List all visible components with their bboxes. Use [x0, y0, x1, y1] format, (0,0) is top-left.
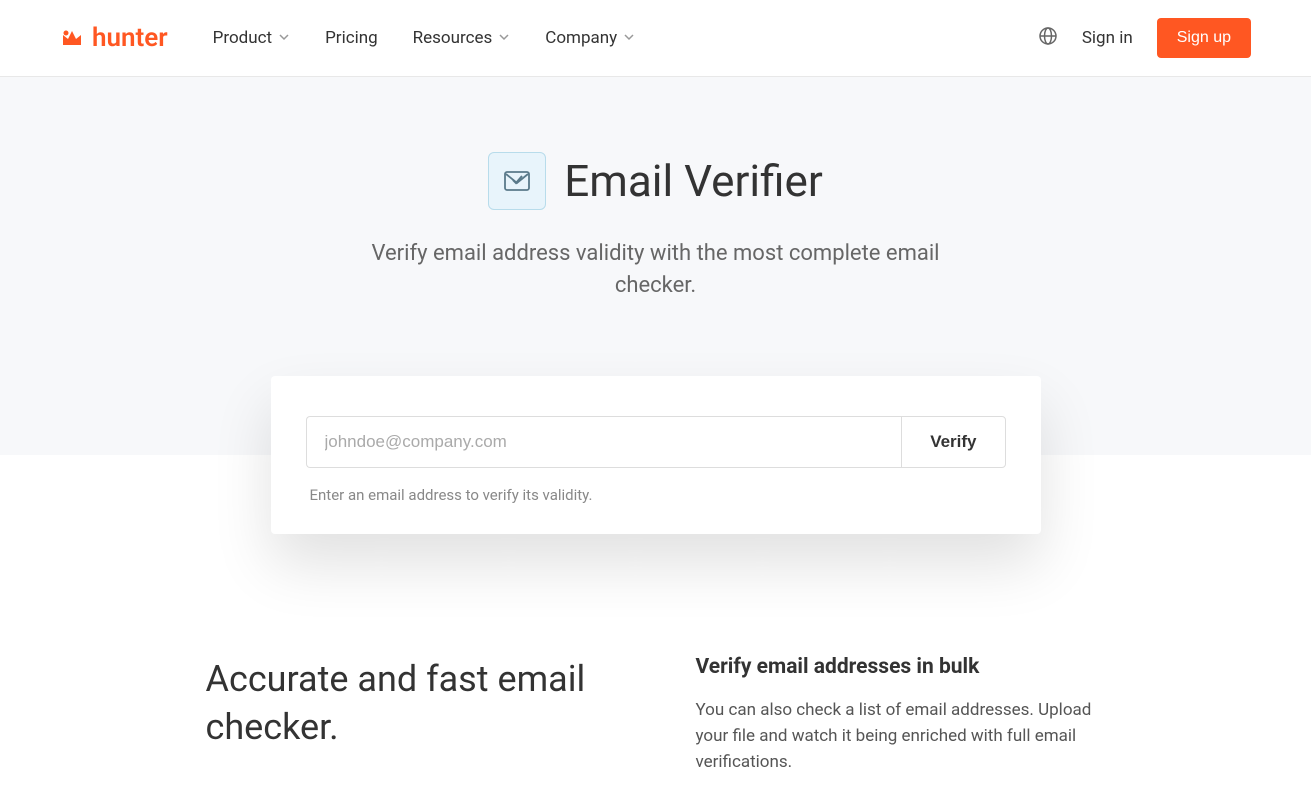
page-subtitle: Verify email address validity with the m…	[346, 238, 966, 302]
content-title: Accurate and fast email checker.	[206, 655, 616, 752]
verify-hint: Enter an email address to verify its val…	[306, 486, 1006, 504]
email-verifier-icon	[488, 152, 546, 210]
nav-company-label: Company	[545, 28, 617, 48]
verify-form: Verify	[306, 416, 1006, 468]
content-right: Verify email addresses in bulk You can a…	[696, 655, 1106, 776]
nav-company[interactable]: Company	[545, 28, 635, 48]
nav-pricing[interactable]: Pricing	[325, 28, 378, 48]
verify-box: Verify Enter an email address to verify …	[271, 376, 1041, 534]
sign-in-link[interactable]: Sign in	[1082, 28, 1133, 48]
hero-header: Email Verifier	[0, 152, 1311, 210]
email-input[interactable]	[306, 416, 902, 468]
logo-text: hunter	[92, 23, 168, 53]
nav-resources[interactable]: Resources	[413, 28, 511, 48]
sign-up-button[interactable]: Sign up	[1157, 18, 1251, 58]
logo-link[interactable]: hunter	[60, 23, 168, 53]
nav-product-label: Product	[213, 28, 272, 48]
header-actions: Sign in Sign up	[1038, 18, 1251, 58]
chevron-down-icon	[278, 28, 290, 48]
nav-resources-label: Resources	[413, 28, 493, 48]
content-text: You can also check a list of email addre…	[696, 697, 1106, 776]
nav-pricing-label: Pricing	[325, 28, 378, 48]
hero-section: Email Verifier Verify email address vali…	[0, 77, 1311, 455]
language-selector[interactable]	[1038, 26, 1058, 50]
content-heading: Verify email addresses in bulk	[696, 655, 1106, 679]
hunter-logo-icon	[60, 27, 84, 49]
chevron-down-icon	[498, 28, 510, 48]
chevron-down-icon	[623, 28, 635, 48]
verify-button[interactable]: Verify	[901, 416, 1005, 468]
page-title: Email Verifier	[564, 155, 822, 207]
nav-product[interactable]: Product	[213, 28, 290, 48]
content-left: Accurate and fast email checker.	[206, 655, 616, 776]
main-nav: Product Pricing Resources Company	[213, 28, 1038, 48]
main-header: hunter Product Pricing Resources Company	[0, 0, 1311, 77]
